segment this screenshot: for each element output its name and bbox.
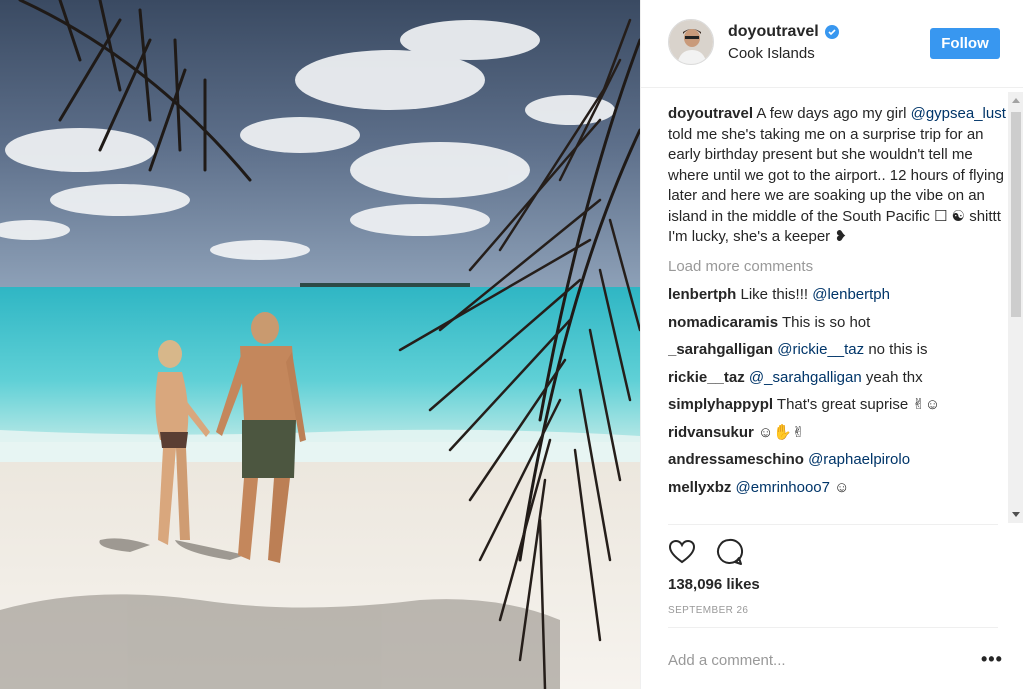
comment-tail: no this is bbox=[864, 341, 928, 358]
comment-mention[interactable]: @lenbertph bbox=[812, 286, 890, 303]
comment-row: nomadicaramis This is so hot bbox=[668, 313, 1008, 341]
post-sidebar: doyoutravel Cook Islands Follow doyoutra… bbox=[640, 0, 1023, 689]
add-comment-input[interactable] bbox=[668, 649, 958, 671]
caption-username[interactable]: doyoutravel bbox=[668, 105, 753, 122]
heart-icon[interactable] bbox=[667, 537, 697, 567]
comment-row: ridvansukur ☺✋✌ bbox=[668, 423, 1008, 451]
divider bbox=[668, 627, 998, 628]
caption-text-before: A few days ago my girl bbox=[753, 105, 911, 122]
follow-button[interactable]: Follow bbox=[930, 28, 1000, 59]
scroll-down-arrow-icon[interactable] bbox=[1012, 512, 1020, 517]
comment-username[interactable]: lenbertph bbox=[668, 286, 736, 303]
comment-tail: yeah thx bbox=[861, 368, 923, 386]
post-author: doyoutravel bbox=[728, 23, 839, 41]
comments-list: doyoutravel A few days ago my girl @gyps… bbox=[668, 104, 1008, 524]
post-location[interactable]: Cook Islands bbox=[728, 45, 815, 62]
comment-text: ☺✋✌ bbox=[753, 423, 805, 441]
comments-scrollbar[interactable] bbox=[1008, 92, 1023, 523]
avatar[interactable] bbox=[668, 19, 714, 65]
comment-username[interactable]: nomadicaramis bbox=[668, 314, 778, 331]
comment-mention[interactable]: @rickie__taz bbox=[777, 341, 864, 358]
load-more-comments-link[interactable]: Load more comments bbox=[668, 257, 1008, 278]
comment-username[interactable]: _sarahgalligan bbox=[668, 341, 773, 358]
post-photo[interactable] bbox=[0, 0, 640, 689]
comment-username[interactable]: andressameschino bbox=[668, 451, 804, 468]
comment-text: This is so hot bbox=[778, 313, 871, 331]
comment-mention[interactable]: @emrinhooo7 bbox=[736, 479, 830, 496]
post-date[interactable]: SEPTEMBER 26 bbox=[668, 605, 748, 616]
scroll-up-arrow-icon[interactable] bbox=[1012, 98, 1020, 103]
comment-row: mellyxbz @emrinhooo7 ☺ bbox=[668, 478, 1008, 506]
comment-mention[interactable]: @raphaelpirolo bbox=[808, 451, 910, 468]
comment-mention[interactable]: @_sarahgalligan bbox=[749, 369, 862, 386]
beach-photo-image bbox=[0, 0, 640, 689]
comment-username[interactable]: rickie__taz bbox=[668, 369, 745, 386]
comment-text: Like this!!! bbox=[736, 286, 813, 303]
more-options-icon[interactable]: ••• bbox=[981, 650, 1003, 668]
comment-row: _sarahgalligan @rickie__taz no this is bbox=[668, 340, 1008, 368]
caption-text-after: told me she's taking me on a surprise tr… bbox=[668, 125, 1005, 246]
caption-mention[interactable]: @gypsea_lust bbox=[911, 105, 1006, 122]
comment-icon[interactable] bbox=[714, 537, 744, 567]
post-header: doyoutravel Cook Islands Follow bbox=[641, 0, 1023, 88]
avatar-image bbox=[669, 20, 713, 64]
caption: doyoutravel A few days ago my girl @gyps… bbox=[668, 104, 1008, 248]
comment-tail: ☺ bbox=[830, 478, 850, 496]
author-username[interactable]: doyoutravel bbox=[728, 23, 819, 41]
comment-username[interactable]: ridvansukur bbox=[668, 424, 754, 441]
divider bbox=[668, 524, 998, 525]
comment-username[interactable]: simplyhappypl bbox=[668, 396, 773, 413]
comment-text: That's great suprise ✌☺ bbox=[773, 396, 941, 413]
comment-row: simplyhappypl That's great suprise ✌☺ bbox=[668, 395, 1008, 423]
comment-row: lenbertph Like this!!! @lenbertph bbox=[668, 285, 1008, 313]
comment-username[interactable]: mellyxbz bbox=[668, 479, 731, 496]
scrollbar-thumb[interactable] bbox=[1011, 112, 1021, 317]
verified-badge-icon bbox=[824, 25, 839, 39]
comment-row: rickie__taz @_sarahgalligan yeah thx bbox=[668, 368, 1008, 396]
comment-row: andressameschino @raphaelpirolo bbox=[668, 450, 1008, 478]
likes-count[interactable]: 138,096 likes bbox=[668, 576, 760, 593]
